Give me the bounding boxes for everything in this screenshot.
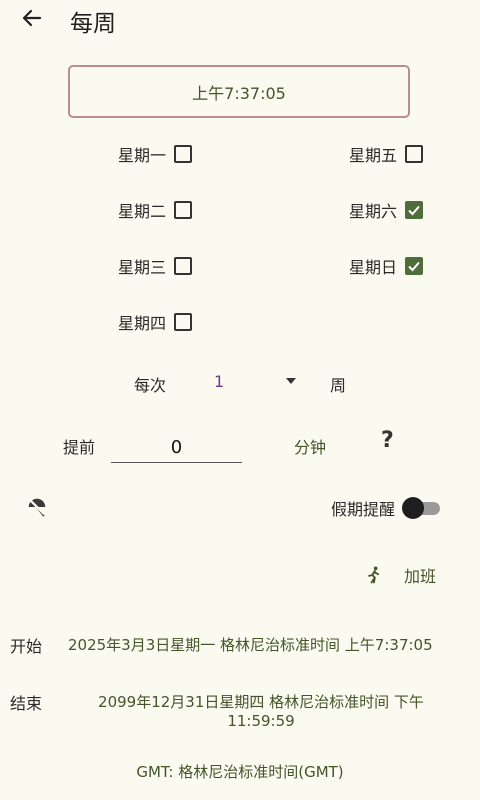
day-label: 星期三	[118, 258, 167, 277]
arrow-left-icon	[22, 9, 42, 27]
day-label: 星期一	[118, 146, 167, 165]
holiday-reminder-label: 假期提醒	[331, 500, 396, 519]
day-label: 星期四	[118, 314, 167, 333]
day-label: 星期六	[349, 202, 398, 221]
app-bar: 每周	[0, 0, 480, 40]
overtime-button[interactable]: 加班	[364, 563, 436, 587]
advance-minutes-input[interactable]	[111, 432, 242, 463]
repeat-label: 每次	[134, 376, 167, 395]
end-datetime-line2: 11:59:59	[227, 712, 295, 730]
dropdown-arrow-icon	[286, 378, 296, 384]
checkbox-icon	[174, 313, 193, 331]
day-checkbox-sunday[interactable]: 星期日	[349, 254, 424, 278]
checkbox-icon	[174, 257, 193, 275]
umbrella-off-icon[interactable]	[26, 496, 48, 518]
holiday-reminder-toggle[interactable]	[402, 497, 440, 519]
day-checkbox-monday[interactable]: 星期一	[118, 142, 193, 166]
page-title: 每周	[70, 11, 116, 37]
day-checkbox-wednesday[interactable]: 星期三	[118, 254, 193, 278]
help-button[interactable]: ?	[381, 428, 394, 453]
checkbox-checked-icon	[405, 201, 424, 219]
repeat-value: 1	[214, 372, 225, 391]
checkbox-icon	[174, 145, 193, 163]
checkmark-icon	[408, 261, 420, 272]
running-person-icon	[368, 566, 380, 584]
checkbox-icon	[405, 145, 424, 163]
back-button[interactable]	[20, 6, 44, 30]
day-label: 星期日	[349, 258, 398, 277]
day-label: 星期五	[349, 146, 398, 165]
overtime-label: 加班	[404, 567, 437, 586]
repeat-interval-dropdown[interactable]: 1	[214, 372, 304, 396]
day-checkbox-thursday[interactable]: 星期四	[118, 310, 193, 334]
timezone-label: GMT: 格林尼治标准时间(GMT)	[136, 763, 344, 781]
end-datetime-line1: 2099年12月31日星期四 格林尼治标准时间 下午	[98, 693, 424, 711]
advance-label: 提前	[63, 438, 96, 457]
day-checkbox-tuesday[interactable]: 星期二	[118, 198, 193, 222]
start-datetime: 2025年3月3日星期一 格林尼治标准时间 上午7:37:05	[68, 636, 433, 654]
time-value: 上午7:37:05	[192, 83, 286, 103]
checkbox-icon	[174, 201, 193, 219]
toggle-knob	[402, 497, 424, 519]
repeat-unit: 周	[330, 376, 347, 395]
time-picker-field[interactable]: 上午7:37:05	[68, 65, 410, 118]
checkmark-icon	[408, 205, 420, 216]
day-label: 星期二	[118, 202, 167, 221]
day-checkbox-saturday[interactable]: 星期六	[349, 198, 424, 222]
checkbox-checked-icon	[405, 257, 424, 275]
advance-unit: 分钟	[294, 438, 327, 457]
repeat-interval-row: 每次 1 周	[0, 372, 480, 396]
end-label: 结束	[10, 694, 43, 713]
end-datetime: 2099年12月31日星期四 格林尼治标准时间 下午 11:59:59	[86, 691, 436, 730]
day-checkbox-friday[interactable]: 星期五	[349, 142, 424, 166]
start-label: 开始	[10, 637, 43, 656]
